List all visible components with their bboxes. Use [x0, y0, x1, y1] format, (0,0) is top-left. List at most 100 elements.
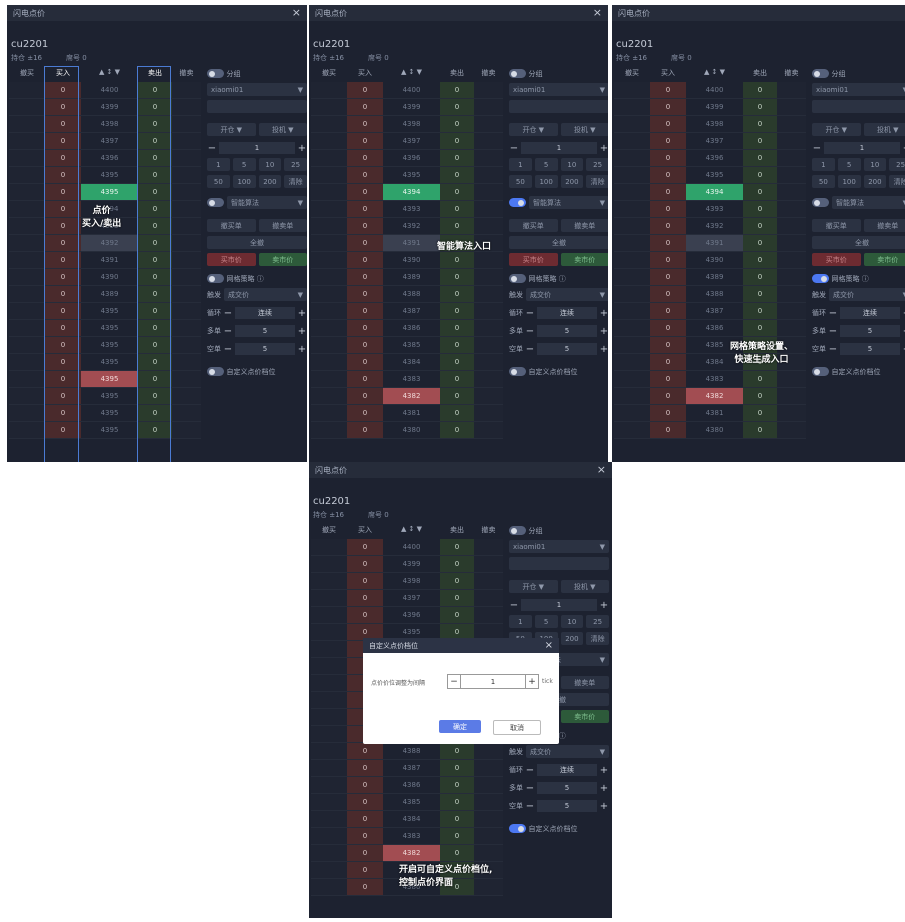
buy-cell[interactable]: 0 — [347, 845, 383, 861]
buy-cell[interactable]: 0 — [347, 167, 383, 183]
quick-qty-button[interactable]: 25 — [889, 158, 905, 171]
buy-cell[interactable]: 0 — [347, 828, 383, 844]
cancel-sell-cell[interactable] — [172, 167, 201, 183]
sell-cell[interactable]: 0 — [440, 607, 474, 623]
cancel-sell-cell[interactable] — [172, 269, 201, 285]
cancel-buy-cell[interactable] — [311, 303, 347, 319]
minus-button[interactable]: − — [509, 600, 519, 611]
sell-cell[interactable]: 0 — [440, 82, 474, 98]
cancel-sell-cell[interactable] — [172, 320, 201, 336]
cancel-sell-cell[interactable] — [777, 320, 806, 336]
buy-cell[interactable]: 0 — [347, 607, 383, 623]
open-select[interactable]: 开仓 ▼ — [509, 580, 558, 593]
buy-cell[interactable]: 0 — [347, 760, 383, 776]
plus-button[interactable]: + — [297, 143, 307, 154]
buy-cell[interactable]: 0 — [347, 354, 383, 370]
minus-button[interactable]: − — [447, 674, 461, 689]
buy-cell[interactable]: 0 — [347, 184, 383, 200]
sell-cell[interactable]: 0 — [743, 116, 777, 132]
cancel-buy-cell[interactable] — [9, 235, 45, 251]
sell-cell[interactable]: 0 — [440, 845, 474, 861]
cancel-buy-button[interactable]: 撤买单 — [812, 219, 861, 232]
cancel-buy-cell[interactable] — [311, 269, 347, 285]
open-select[interactable]: 开仓 ▼ — [509, 123, 558, 136]
cancel-buy-cell[interactable] — [9, 150, 45, 166]
quick-qty-button[interactable]: 25 — [586, 615, 609, 628]
buy-cell[interactable]: 0 — [347, 286, 383, 302]
cancel-sell-button[interactable]: 撤卖单 — [560, 676, 609, 689]
sell-cell[interactable]: 0 — [440, 218, 474, 234]
sell-cell[interactable]: 0 — [743, 371, 777, 387]
split-toggle[interactable] — [812, 69, 829, 78]
cancel-buy-cell[interactable] — [9, 388, 45, 404]
sell-cell[interactable]: 0 — [743, 320, 777, 336]
grid-toggle[interactable] — [812, 274, 829, 283]
speculate-select[interactable]: 投机 ▼ — [863, 123, 905, 136]
cancel-sell-cell[interactable] — [474, 184, 503, 200]
close-icon[interactable]: × — [597, 463, 606, 476]
sell-cell[interactable]: 0 — [743, 405, 777, 421]
buy-cell[interactable]: 0 — [347, 743, 383, 759]
buy-cell[interactable]: 0 — [650, 286, 686, 302]
cancel-sell-cell[interactable] — [777, 371, 806, 387]
sell-cell[interactable]: 0 — [440, 811, 474, 827]
sell-cell[interactable]: 0 — [743, 201, 777, 217]
buy-cell[interactable]: 0 — [650, 252, 686, 268]
cancel-sell-cell[interactable] — [172, 184, 201, 200]
sell-cell[interactable]: 0 — [440, 252, 474, 268]
sell-cell[interactable]: 0 — [440, 354, 474, 370]
cancel-buy-cell[interactable] — [311, 862, 347, 878]
cancel-buy-cell[interactable] — [311, 811, 347, 827]
buy-cell[interactable]: 0 — [347, 590, 383, 606]
buy-cell[interactable]: 0 — [347, 116, 383, 132]
buy-cell[interactable]: 0 — [347, 303, 383, 319]
buy-cell[interactable]: 0 — [650, 218, 686, 234]
cancel-buy-cell[interactable] — [311, 692, 347, 708]
cancel-buy-button[interactable]: 撤买单 — [509, 219, 558, 232]
trigger-select[interactable]: 成交价▼ — [526, 288, 608, 301]
custom-tick-toggle[interactable] — [207, 367, 224, 376]
speculate-select[interactable]: 投机 ▼ — [258, 123, 307, 136]
sell-cell[interactable]: 0 — [440, 184, 474, 200]
sell-cell[interactable]: 0 — [743, 252, 777, 268]
minus-button[interactable]: − — [207, 143, 217, 154]
cancel-buy-cell[interactable] — [311, 133, 347, 149]
cancel-buy-cell[interactable] — [311, 709, 347, 725]
cancel-buy-cell[interactable] — [311, 743, 347, 759]
cancel-buy-cell[interactable] — [311, 337, 347, 353]
sell-cell[interactable]: 0 — [440, 337, 474, 353]
cancel-buy-cell[interactable] — [614, 201, 650, 217]
speculate-select[interactable]: 投机 ▼ — [560, 123, 608, 136]
plus-button[interactable]: + — [599, 600, 609, 611]
cancel-buy-cell[interactable] — [9, 269, 45, 285]
sell-cell[interactable]: 0 — [440, 388, 474, 404]
cancel-buy-cell[interactable] — [311, 675, 347, 691]
quick-qty-button[interactable]: 10 — [863, 158, 887, 171]
custom-tick-toggle[interactable] — [509, 367, 526, 376]
quick-qty-button[interactable]: 10 — [560, 615, 584, 628]
cancel-buy-cell[interactable] — [614, 99, 650, 115]
cancel-buy-cell[interactable] — [614, 286, 650, 302]
price-input[interactable] — [509, 557, 609, 570]
cancel-buy-cell[interactable] — [311, 286, 347, 302]
sell-cell[interactable]: 0 — [743, 235, 777, 251]
cancel-buy-cell[interactable] — [9, 218, 45, 234]
cancel-sell-cell[interactable] — [474, 320, 503, 336]
cancel-sell-cell[interactable] — [777, 82, 806, 98]
cancel-buy-cell[interactable] — [614, 252, 650, 268]
buy-cell[interactable]: 0 — [650, 133, 686, 149]
cancel-sell-cell[interactable] — [474, 337, 503, 353]
confirm-button[interactable]: 确定 — [439, 720, 481, 733]
sell-cell[interactable]: 0 — [440, 405, 474, 421]
cancel-sell-cell[interactable] — [474, 286, 503, 302]
cancel-sell-cell[interactable] — [474, 422, 503, 438]
sell-cell[interactable]: 0 — [743, 303, 777, 319]
cancel-buy-cell[interactable] — [9, 354, 45, 370]
speculate-select[interactable]: 投机 ▼ — [560, 580, 609, 593]
sell-cell[interactable]: 0 — [440, 320, 474, 336]
sell-cell[interactable]: 0 — [440, 286, 474, 302]
cancel-buy-cell[interactable] — [614, 269, 650, 285]
trigger-select[interactable]: 成交价▼ — [224, 288, 307, 301]
sell-cell[interactable]: 0 — [440, 371, 474, 387]
close-icon[interactable]: × — [292, 6, 301, 19]
